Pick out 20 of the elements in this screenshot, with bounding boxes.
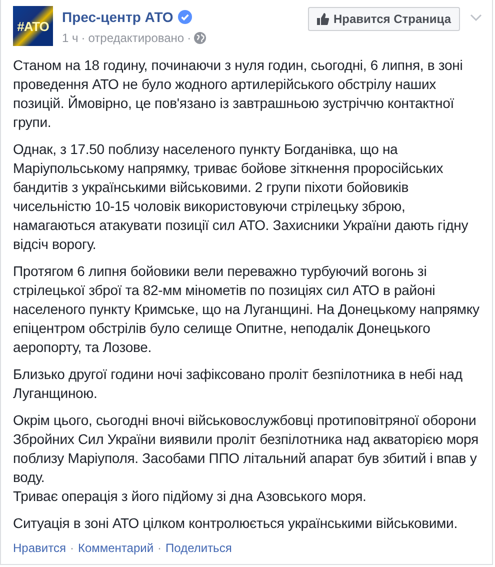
separator-dot: · xyxy=(158,541,162,555)
post-paragraph: Протягом 6 липня бойовики вели переважно турбуючий вогонь зі стрілецької зброї та 82-мм мінометів по позиціях сил АТО в районі населеного пункту Кримське, що на Луганщині. На Донецькому напрямку епіцентром обстрілів було селище Опитне, неподалік Донецького аеропорту, та Лозове. xyxy=(13,262,480,357)
post-paragraph: Окрім цього, сьогодні вночі військовослужбовці протиповітряної оборони Збройних Сил України виявили проліт безпілотника над акваторією моря поблизу Маріуполя. Засобами ППО літальний апарат був збитий і впав у воду. Триває операція з його підйому зі дна Азовського моря. xyxy=(13,411,480,506)
post-paragraph: Ситуація в зоні АТО цілком контролюється українськими військовими. xyxy=(13,514,458,533)
globe-icon[interactable] xyxy=(194,32,206,44)
post-paragraph: Близько другої години ночі зафіксовано проліт безпілотника в небі над Луганщиною. xyxy=(13,365,464,403)
post-paragraph: Станом на 18 годину, починаючи з нуля годин, сьогодні, 6 липня, в зоні проведення АТО не було жодного артилерійського обстрілу наших позицій. Ймовірно, це пов'язано із завтрашньою зустріччю контактної групи. xyxy=(13,56,464,132)
action-link[interactable]: Поделиться xyxy=(166,541,232,555)
action-link[interactable]: Нравится xyxy=(13,541,66,555)
edited-label[interactable]: отредактировано xyxy=(88,31,184,45)
like-page-button[interactable]: Нравится Страница xyxy=(308,7,460,31)
post-time[interactable]: 1 ч xyxy=(62,31,78,45)
page-name[interactable]: Прес-центр АТО xyxy=(62,9,174,25)
action-link[interactable]: Комментарий xyxy=(78,541,154,555)
separator-dot: · xyxy=(187,31,192,45)
thumbs-up-icon xyxy=(317,13,330,25)
post-paragraph: Однак, з 17.50 поблизу населеного пункту Богданівка, що на Маріупольському напрямку, триває бойове зіткнення проросійських бандитів з українськими військовими. 2 групи піхоти бойовиків чисельністю 10-15 чоловік використовуючи стрілецьку зброю, намагаються атакувати позиції сил АТО. Захисники України дають гідну відсіч ворогу. xyxy=(13,140,470,254)
separator-dot: · xyxy=(70,541,74,555)
chevron-down-icon[interactable] xyxy=(470,14,482,22)
separator-dot: · xyxy=(81,31,86,45)
